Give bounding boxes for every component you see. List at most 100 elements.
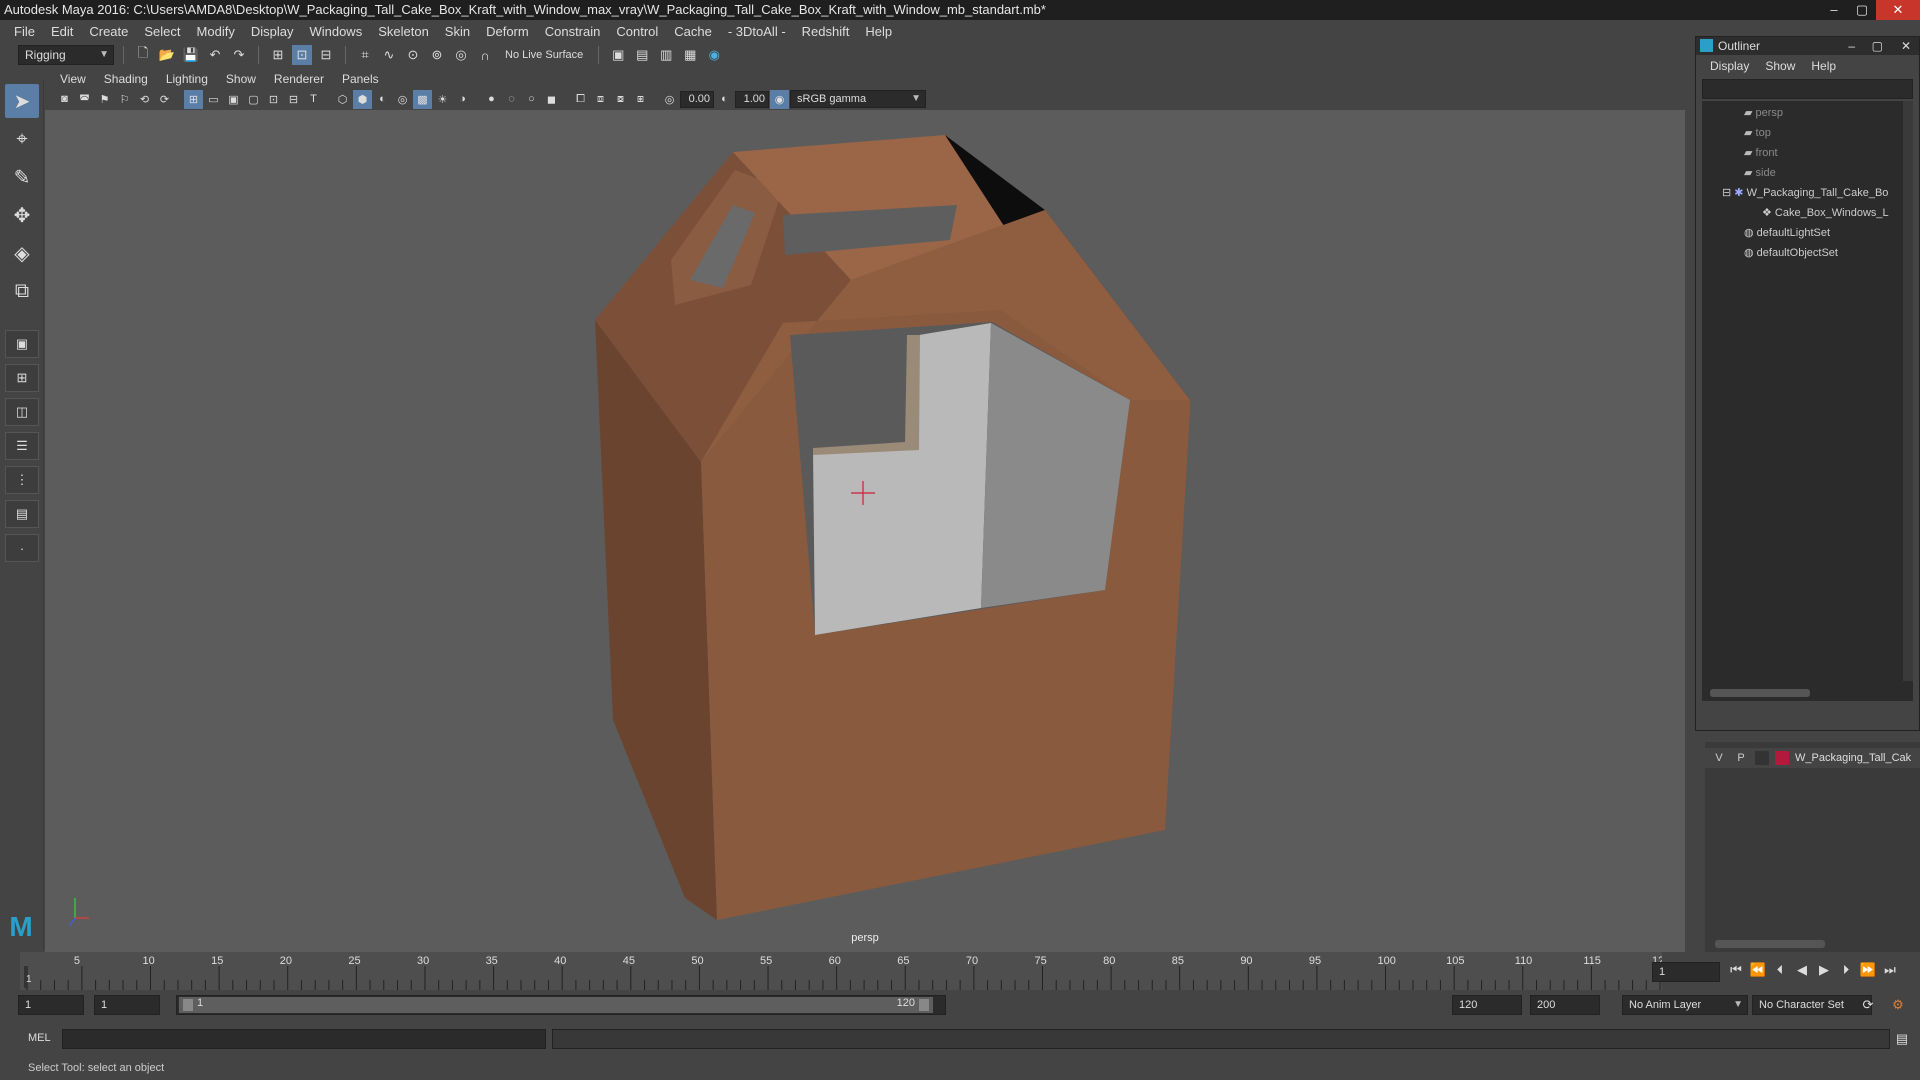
menu-control[interactable]: Control (608, 24, 666, 39)
use-all-lights-icon[interactable]: ☀ (433, 90, 452, 109)
time-slider[interactable]: 5 10 15 20 25 30 35 40 45 50 55 60 65 70 75 80 85 90 95 100… (20, 952, 1670, 990)
menu-skin[interactable]: Skin (437, 24, 478, 39)
character-set-dropdown[interactable]: No Character Set (1752, 995, 1872, 1015)
command-language-label[interactable]: MEL (28, 1032, 51, 1044)
list-item[interactable]: ⊟ ✱ W_Packaging_Tall_Cake_Bo (1722, 183, 1912, 203)
ambient-occlusion-icon[interactable]: ● (482, 90, 501, 109)
snap-point-icon[interactable]: ⊙ (403, 45, 423, 65)
track-icon[interactable]: ⟲ (135, 90, 154, 109)
dolly-icon[interactable]: ⟳ (155, 90, 174, 109)
depth-of-field-icon[interactable]: ◼ (542, 90, 561, 109)
menu-3dtoall[interactable]: - 3DtoAll - (720, 24, 794, 39)
paint-select-icon[interactable]: ✎ (5, 160, 39, 194)
select-tool-icon[interactable]: ➤ (5, 84, 39, 118)
colorspace-dropdown[interactable]: sRGB gamma ▼ (790, 90, 926, 108)
snap-view-icon[interactable]: ⊚ (427, 45, 447, 65)
viewport-persp[interactable]: persp (45, 110, 1685, 952)
menu-redshift[interactable]: Redshift (794, 24, 858, 39)
lasso-tool-icon[interactable]: ⌖ (5, 122, 39, 156)
playback-end-field[interactable]: 120 (1452, 995, 1522, 1015)
step-back-frame-icon[interactable]: ⏴ (1770, 960, 1790, 980)
snap-grid-icon[interactable]: ⌗ (355, 45, 375, 65)
single-pane-layout-icon[interactable]: ▣ (5, 330, 39, 358)
menu-select[interactable]: Select (136, 24, 188, 39)
menu-edit[interactable]: Edit (43, 24, 81, 39)
layer-row[interactable]: V P W_Packaging_Tall_Cak (1705, 748, 1920, 768)
image-plane-icon[interactable]: ⚐ (115, 90, 134, 109)
collapse-icon[interactable]: ⊟ (1722, 187, 1734, 199)
go-to-end-icon[interactable]: ⏭ (1880, 960, 1900, 980)
play-forward-icon[interactable]: ▶ (1814, 960, 1834, 980)
list-item[interactable]: ▰ front (1744, 143, 1778, 163)
step-back-key-icon[interactable]: ⏪ (1748, 960, 1768, 980)
maximize-button[interactable]: ▢ (1848, 0, 1876, 20)
camera-select-icon[interactable]: ◙ (55, 90, 74, 109)
undo-icon[interactable]: ↶ (205, 45, 225, 65)
shadows-icon[interactable]: ◑ (453, 90, 472, 109)
render-view-icon[interactable]: ▦ (680, 45, 700, 65)
graph-layout-icon[interactable]: ⋮ (5, 466, 39, 494)
xray-joints-icon[interactable]: ⧇ (611, 90, 630, 109)
list-item[interactable]: ▰ persp (1744, 103, 1783, 123)
menuset-dropdown[interactable]: Rigging ▼ (18, 45, 114, 65)
command-input[interactable] (62, 1029, 546, 1049)
isolate-select-icon[interactable]: ⧠ (571, 90, 590, 109)
outliner-menu-show[interactable]: Show (1757, 59, 1803, 73)
four-pane-layout-icon[interactable]: ⊞ (5, 364, 39, 392)
resolution-gate-icon[interactable]: ▣ (224, 90, 243, 109)
outliner-list[interactable]: ▰ persp ▰ top ▰ front ▰ side ⊟ ✱ W_Packa… (1702, 101, 1913, 701)
flat-shade-icon[interactable]: ◐ (373, 90, 392, 109)
current-frame-field[interactable]: 1 (1652, 962, 1720, 982)
wireframe-icon[interactable]: ⬡ (333, 90, 352, 109)
menu-create[interactable]: Create (81, 24, 136, 39)
open-scene-icon[interactable]: 📂 (157, 45, 177, 65)
render-settings-icon[interactable]: ▣ (608, 45, 628, 65)
range-end-grip[interactable] (919, 999, 929, 1011)
snap-surface-icon[interactable]: ◎ (451, 45, 471, 65)
close-button[interactable]: ✕ (1876, 0, 1920, 20)
gamma-icon[interactable]: ◐ (715, 90, 734, 109)
textured-icon[interactable]: ▩ (413, 89, 432, 109)
anti-alias-icon[interactable]: ○ (522, 90, 541, 109)
list-item[interactable]: ▰ top (1744, 123, 1771, 143)
list-item[interactable]: ▰ side (1744, 163, 1776, 183)
minimize-button[interactable]: ‒ (1820, 0, 1848, 20)
list-item[interactable]: ◍ defaultLightSet (1744, 223, 1830, 243)
menu-help[interactable]: Help (857, 24, 900, 39)
field-chart-icon[interactable]: ⊡ (264, 90, 283, 109)
range-slider-track[interactable]: 1 120 (176, 995, 946, 1015)
layer-playback-toggle[interactable]: P (1733, 752, 1749, 764)
outliner-layout-icon[interactable]: ☰ (5, 432, 39, 460)
menu-windows[interactable]: Windows (301, 24, 370, 39)
exposure-icon[interactable]: ◎ (660, 90, 679, 109)
xray-active-icon[interactable]: ⧆ (631, 90, 650, 109)
safe-action-icon[interactable]: ⊟ (284, 90, 303, 109)
layer-hscrollbar[interactable] (1715, 940, 1825, 948)
range-start-grip[interactable] (183, 999, 193, 1011)
select-hierarchy-icon[interactable]: ⊞ (268, 45, 288, 65)
outliner-hscrollbar[interactable] (1710, 689, 1810, 697)
playback-start-field[interactable]: 1 (94, 995, 160, 1015)
select-object-icon[interactable]: ⊡ (292, 45, 312, 65)
layer-visibility-toggle[interactable]: V (1711, 752, 1727, 764)
gate-mask-icon[interactable]: ▢ (244, 90, 263, 109)
bookmark-icon[interactable]: ⚑ (95, 90, 114, 109)
menu-modify[interactable]: Modify (189, 24, 243, 39)
render-layout-icon[interactable]: ▤ (5, 500, 39, 528)
panel-menu-shading[interactable]: Shading (95, 72, 157, 86)
hypershade-icon[interactable]: ◉ (704, 45, 724, 65)
outliner-minimize-button[interactable]: ‒ (1848, 37, 1855, 55)
anim-prefs-icon[interactable]: ⚙ (1888, 995, 1908, 1015)
rotate-tool-icon[interactable]: ◈ (5, 236, 39, 270)
step-forward-frame-icon[interactable]: ⏵ (1836, 960, 1856, 980)
list-item[interactable]: ❖ Cake_Box_Windows_L (1762, 203, 1912, 223)
end-time-field[interactable]: 200 (1530, 995, 1600, 1015)
render-frame-icon[interactable]: ▤ (632, 45, 652, 65)
auto-key-icon[interactable]: ⟳ (1858, 995, 1878, 1015)
gamma-field[interactable]: 1.00 (735, 90, 769, 108)
step-forward-key-icon[interactable]: ⏩ (1858, 960, 1878, 980)
outliner-menu-display[interactable]: Display (1702, 59, 1757, 73)
wireframe-on-shaded-icon[interactable]: ◎ (393, 90, 412, 109)
redo-icon[interactable]: ↷ (229, 45, 249, 65)
menu-constrain[interactable]: Constrain (537, 24, 609, 39)
